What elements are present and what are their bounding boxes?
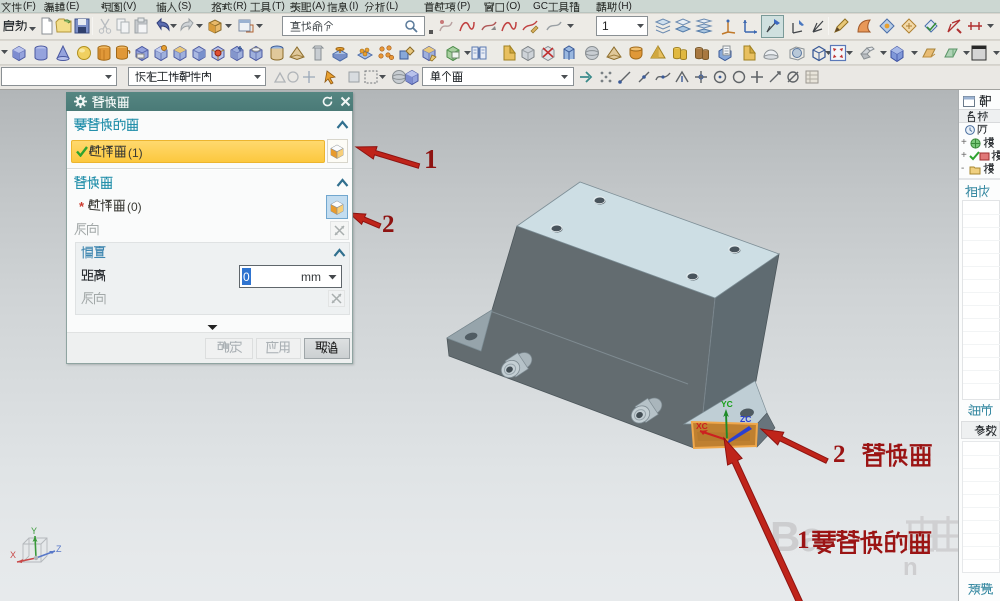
svg-text:Y: Y bbox=[31, 526, 37, 536]
svg-text:X: X bbox=[10, 550, 16, 560]
svg-text:YC: YC bbox=[721, 399, 733, 409]
svg-text:XC: XC bbox=[696, 421, 708, 431]
svg-text:ZC: ZC bbox=[740, 414, 751, 424]
svg-text:n: n bbox=[903, 554, 918, 581]
svg-text:Z: Z bbox=[56, 544, 62, 554]
